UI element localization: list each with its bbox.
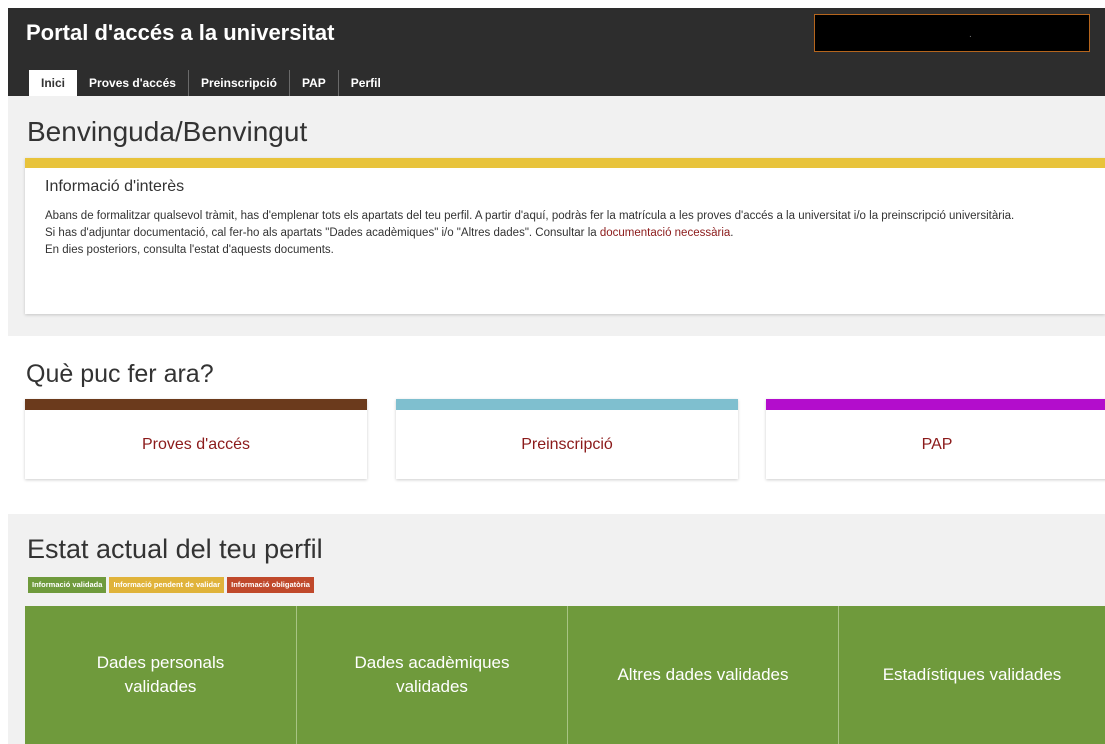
portal-title[interactable]: Portal d'accés a la universitat — [26, 20, 334, 46]
tile-label: Dades acadèmiques validades — [354, 653, 510, 696]
actions-title: Què puc fer ara? — [26, 360, 214, 388]
tile-label: Estadístiques validades — [882, 665, 1062, 684]
legend-validated: Informació validada — [28, 577, 107, 593]
action-card-pap[interactable]: PAP — [766, 399, 1105, 479]
user-menu-text: . — [969, 29, 972, 40]
info-line-1: Abans de formalitzar qualsevol tràmit, h… — [45, 210, 1015, 222]
documentation-link[interactable]: documentació necessària — [600, 227, 730, 239]
info-line-2-text: Si has d'adjuntar documentació, cal fer-… — [45, 227, 600, 239]
welcome-title: Benvinguda/Benvingut — [27, 116, 308, 147]
info-card: Informació d'interès Abans de formalitza… — [25, 158, 1105, 314]
info-title: Informació d'interès — [45, 178, 185, 195]
tile-label: Altres dades validades — [617, 665, 789, 684]
tab-pap[interactable]: PAP — [290, 70, 339, 96]
action-card-preinscripcio[interactable]: Preinscripció — [396, 399, 738, 479]
legend-mandatory: Informació obligatòria — [227, 577, 314, 593]
tile-dades-personals[interactable]: Dades personals validades — [25, 606, 297, 744]
welcome-section: Benvinguda/Benvingut Informació d'interè… — [8, 96, 1105, 336]
profile-status-section: Estat actual del teu perfil Informació v… — [8, 514, 1105, 744]
tile-altres-dades[interactable]: Altres dades validades — [568, 606, 839, 744]
action-card-bar — [766, 399, 1105, 410]
action-card-proves-acces[interactable]: Proves d'accés — [25, 399, 367, 479]
action-card-label: PAP — [921, 436, 953, 453]
tab-proves-acces[interactable]: Proves d'accés — [77, 70, 189, 96]
info-line-2: Si has d'adjuntar documentació, cal fer-… — [45, 225, 1095, 242]
action-card-label: Proves d'accés — [142, 436, 250, 453]
legend-pending: Informació pendent de validar — [109, 577, 225, 593]
tile-estadistiques[interactable]: Estadístiques validades — [839, 606, 1105, 744]
status-title: Estat actual del teu perfil — [27, 534, 323, 564]
main-nav-tabs: Inici Proves d'accés Preinscripció PAP P… — [29, 70, 393, 96]
action-card-bar — [396, 399, 738, 410]
actions-section: Què puc fer ara? Proves d'accés Preinscr… — [8, 336, 1105, 514]
tab-preinscripcio[interactable]: Preinscripció — [189, 70, 290, 96]
info-text: Abans de formalitzar qualsevol tràmit, h… — [45, 208, 1095, 259]
action-card-bar — [25, 399, 367, 410]
action-card-label: Preinscripció — [521, 436, 613, 453]
tile-label: Dades personals validades — [96, 653, 225, 696]
tab-perfil[interactable]: Perfil — [339, 70, 393, 96]
user-menu[interactable]: . — [814, 14, 1090, 52]
tile-dades-academiques[interactable]: Dades acadèmiques validades — [297, 606, 568, 744]
info-line-3: En dies posteriors, consulta l'estat d'a… — [45, 244, 334, 256]
info-line-2-end: . — [730, 227, 734, 239]
status-legend: Informació validada Informació pendent d… — [28, 577, 314, 593]
header-bar: Portal d'accés a la universitat . Inici … — [8, 8, 1105, 96]
page: Portal d'accés a la universitat . Inici … — [0, 0, 1105, 744]
tab-inici[interactable]: Inici — [29, 70, 78, 96]
